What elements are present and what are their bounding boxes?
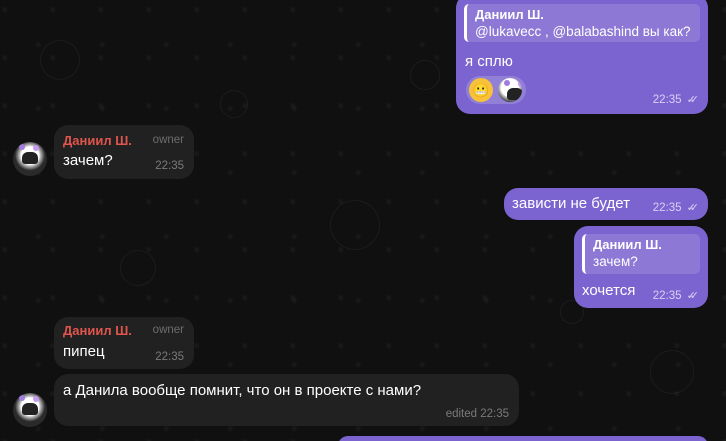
reaction-avatar-icon[interactable] — [498, 78, 522, 102]
message-bubble-incoming[interactable]: Даниил Ш. owner пипец 22:35 — [54, 317, 194, 369]
message-text: пипец — [63, 343, 105, 360]
reply-sender-name: Даниил Ш. — [593, 237, 662, 252]
message-text: я сплю — [465, 53, 513, 70]
grinning-face-emoji-icon[interactable]: 😬 — [469, 78, 493, 102]
reactions-bar: 😬 — [466, 76, 526, 104]
message-time: 22:35 ✓✓ — [652, 93, 700, 107]
time-label: 22:35 — [652, 93, 682, 106]
reply-text: зачем? — [593, 254, 638, 269]
sender-avatar[interactable] — [13, 393, 47, 427]
message-text: зачем? — [63, 152, 113, 169]
role-badge: owner — [152, 134, 184, 146]
message-bubble-outgoing[interactable]: зависти не будет 22:35 ✓✓ — [504, 188, 708, 220]
wallpaper-doodle — [220, 90, 248, 118]
message-text: хочется — [582, 282, 636, 299]
reply-quote[interactable]: Даниил Ш. @lukavecc , @balabashind вы ка… — [464, 4, 700, 42]
wallpaper-doodle — [410, 60, 440, 90]
wallpaper-doodle — [120, 250, 156, 286]
message-bubble-incoming[interactable]: а Данила вообще помнит, что он в проекте… — [54, 374, 519, 426]
reply-sender-name: Даниил Ш. — [475, 7, 544, 22]
time-label: 22:35 — [652, 201, 682, 214]
sender-name[interactable]: Даниил Ш. — [63, 133, 132, 148]
message-time: 22:35 — [155, 351, 184, 363]
message-bubble-outgoing-partial[interactable] — [338, 436, 708, 441]
message-time: 22:35 ✓✓ — [652, 201, 700, 215]
double-check-icon: ✓✓ — [686, 202, 700, 214]
message-bubble-outgoing[interactable]: Даниил Ш. зачем? хочется 22:35 ✓✓ — [574, 226, 708, 308]
sender-name[interactable]: Даниил Ш. — [63, 323, 132, 338]
message-text: зависти не будет — [512, 195, 631, 212]
message-time: edited 22:35 — [445, 408, 509, 420]
message-time: 22:35 — [155, 160, 184, 172]
reply-text: @lukavecc , @balabashind вы как? — [475, 24, 691, 39]
role-badge: owner — [152, 324, 184, 336]
double-check-icon: ✓✓ — [686, 94, 700, 106]
wallpaper-doodle — [650, 350, 694, 394]
wallpaper-doodle — [40, 40, 80, 80]
message-bubble-outgoing[interactable]: Даниил Ш. @lukavecc , @balabashind вы ка… — [456, 0, 708, 114]
message-time: 22:35 ✓✓ — [652, 289, 700, 303]
reply-quote[interactable]: Даниил Ш. зачем? — [582, 234, 700, 274]
sender-avatar[interactable] — [13, 142, 47, 176]
message-text: а Данила вообще помнит, что он в проекте… — [63, 382, 422, 399]
double-check-icon: ✓✓ — [686, 290, 700, 302]
message-bubble-incoming[interactable]: Даниил Ш. owner зачем? 22:35 — [54, 125, 194, 179]
time-label: 22:35 — [652, 289, 682, 302]
wallpaper-doodle — [330, 200, 380, 250]
